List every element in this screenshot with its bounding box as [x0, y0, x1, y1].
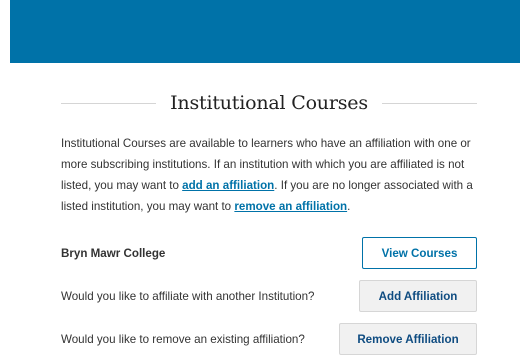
add-affiliation-prompt: Would you like to affiliate with another…: [61, 289, 315, 303]
add-affiliation-button[interactable]: Add Affiliation: [359, 280, 477, 312]
remove-affiliation-button[interactable]: Remove Affiliation: [339, 323, 477, 355]
section-heading: Institutional Courses: [61, 90, 477, 116]
heading-rule-left: [61, 102, 157, 104]
page-title: Institutional Courses: [170, 92, 368, 114]
view-courses-button[interactable]: View Courses: [362, 237, 477, 269]
add-affiliation-row: Would you like to affiliate with another…: [61, 280, 477, 312]
remove-affiliation-prompt: Would you like to remove an existing aff…: [61, 332, 305, 346]
add-affiliation-link[interactable]: add an affiliation: [182, 179, 274, 192]
top-banner: [10, 0, 520, 63]
remove-affiliation-link[interactable]: remove an affiliation: [234, 200, 347, 213]
institution-row: Bryn Mawr College View Courses: [61, 237, 477, 269]
institution-name: Bryn Mawr College: [61, 246, 166, 260]
remove-affiliation-row: Would you like to remove an existing aff…: [61, 323, 477, 355]
intro-text-3: .: [347, 200, 351, 213]
institutional-courses-section: Institutional Courses Institutional Cour…: [61, 90, 477, 355]
intro-paragraph: Institutional Courses are available to l…: [61, 133, 481, 217]
heading-rule-right: [381, 102, 477, 104]
